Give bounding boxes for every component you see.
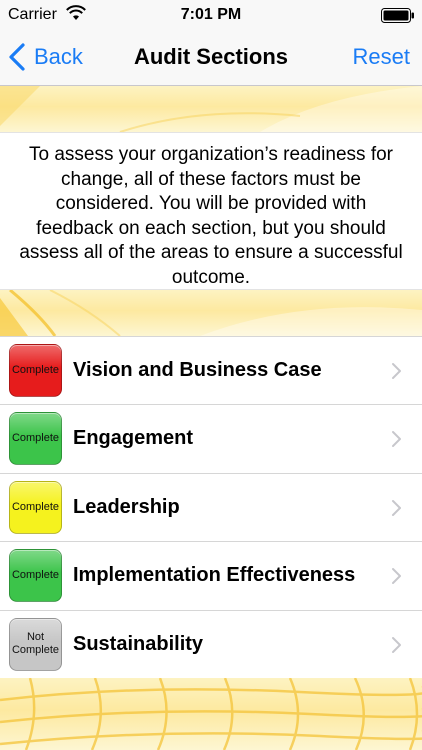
status-badge: Complete	[9, 480, 62, 534]
section-label: Engagement	[73, 427, 194, 450]
chevron-right-icon	[392, 499, 401, 516]
section-row-sustainability[interactable]: Not Complete Sustainability	[0, 611, 422, 679]
section-row-engagement[interactable]: Complete Engagement	[0, 405, 422, 474]
wave-pattern-icon	[0, 290, 422, 336]
section-row-leadership[interactable]: Complete Leadership	[0, 474, 422, 543]
wave-pattern-icon	[0, 86, 422, 132]
status-badge: Complete	[9, 412, 62, 466]
status-badge: Complete	[9, 344, 62, 397]
status-time: 7:01 PM	[180, 6, 242, 23]
status-badge: Complete	[9, 549, 62, 603]
section-label: Sustainability	[73, 632, 204, 655]
decorative-banner-top	[0, 86, 422, 132]
grid-pattern-icon	[0, 678, 422, 750]
status-bar: Carrier 7:01 PM	[0, 0, 422, 30]
reset-button[interactable]: Reset	[353, 44, 410, 70]
section-list: Complete Vision and Business Case Comple…	[0, 336, 422, 679]
chevron-right-icon	[392, 636, 401, 653]
status-badge: Not Complete	[9, 617, 62, 671]
section-label: Vision and Business Case	[73, 359, 322, 381]
section-row-implementation[interactable]: Complete Implementation Effectiveness	[0, 542, 422, 611]
section-label: Implementation Effectiveness	[73, 564, 356, 587]
decorative-banner-middle	[0, 290, 422, 336]
section-row-vision[interactable]: Complete Vision and Business Case	[0, 337, 422, 406]
chevron-right-icon	[392, 568, 401, 585]
navigation-bar: Back Audit Sections Reset	[0, 30, 422, 86]
battery-icon	[381, 8, 414, 23]
chevron-right-icon	[392, 363, 401, 379]
intro-text: To assess your organization’s readiness …	[0, 132, 422, 290]
section-label: Leadership	[73, 495, 180, 518]
decorative-banner-bottom	[0, 678, 422, 750]
chevron-right-icon	[392, 431, 401, 448]
